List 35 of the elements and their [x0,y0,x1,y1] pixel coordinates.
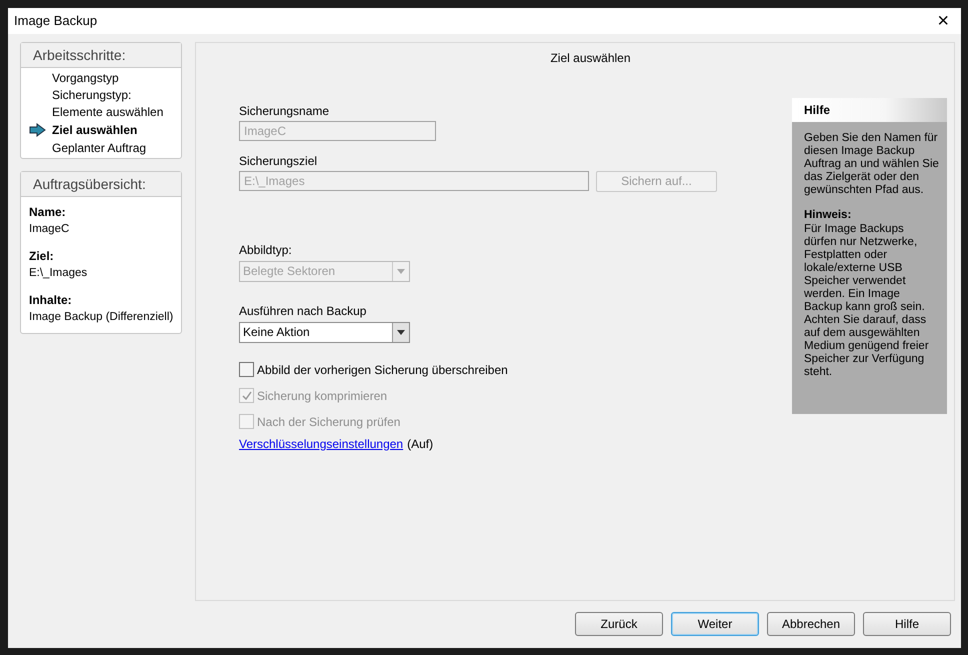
summary-label: Name: [29,204,67,219]
page-title: Ziel auswählen [550,50,631,65]
help-text: Geben Sie den Namen für diesen Image Backup Auftrag an und wählen Sie das Zielgerät oder den gewünschten Pfad aus. [804,132,939,197]
checkbox[interactable] [239,362,254,378]
encryption-state: (Auf) [407,436,434,451]
step-item: Ziel auswählen [52,123,138,138]
field-label: Sicherungsname [239,104,330,118]
dropdown-caret-icon [397,330,405,335]
dialog-button[interactable]: Hilfe [863,612,951,636]
summary-label: Inhalte: [29,292,73,307]
dialog-button[interactable]: Weiter [671,612,759,636]
summary-value: ImageC [29,222,70,235]
dropdown-caret-icon [397,268,405,274]
field-label: Sicherungsziel [239,154,318,168]
note-text: Für Image Backups dürfen nur Netzwerke, Festplatten oder lokale/externe USB Speicher verwendet werden. Ein Image Backup kann groß sein. Achten Sie darauf, dass auf dem ausgewählten Medium genügend freier Speicher zur Verfügung steht. [804,222,930,379]
action-dropdown[interactable]: Keine Aktion [239,322,410,343]
field-label: Abbildtyp: [239,242,293,257]
help-header: Hilfe [792,98,947,122]
step-item: Geplanter Auftrag [52,141,146,156]
summary-label: Ziel: [29,248,55,263]
encryption-settings-link[interactable]: Verschlüsselungseinstellungen [239,436,404,451]
option-checkbox[interactable]: Abbild der vorherigen Sicherung überschreiben [239,356,792,383]
window-title: Image Backup [14,13,98,28]
summary-value: Image Backup (Differenziell) [29,310,173,323]
field-label: Ausführen nach Backup [239,304,368,318]
dialog-button[interactable]: Zurück [575,612,663,636]
step-item: Sicherungstyp: [52,88,132,102]
close-button[interactable]: × [931,10,955,31]
panel-header: Arbeitsschritte: [21,42,181,68]
note-heading: Hinweis: [804,208,852,221]
step-item: Vorgangstyp [52,71,119,86]
step-item: Elemente auswählen [52,105,164,120]
panel-header: Auftragsübersicht: [21,172,181,197]
dialog-button[interactable]: Abbrechen [767,612,855,636]
summary-value: E:\_Images [29,266,88,279]
